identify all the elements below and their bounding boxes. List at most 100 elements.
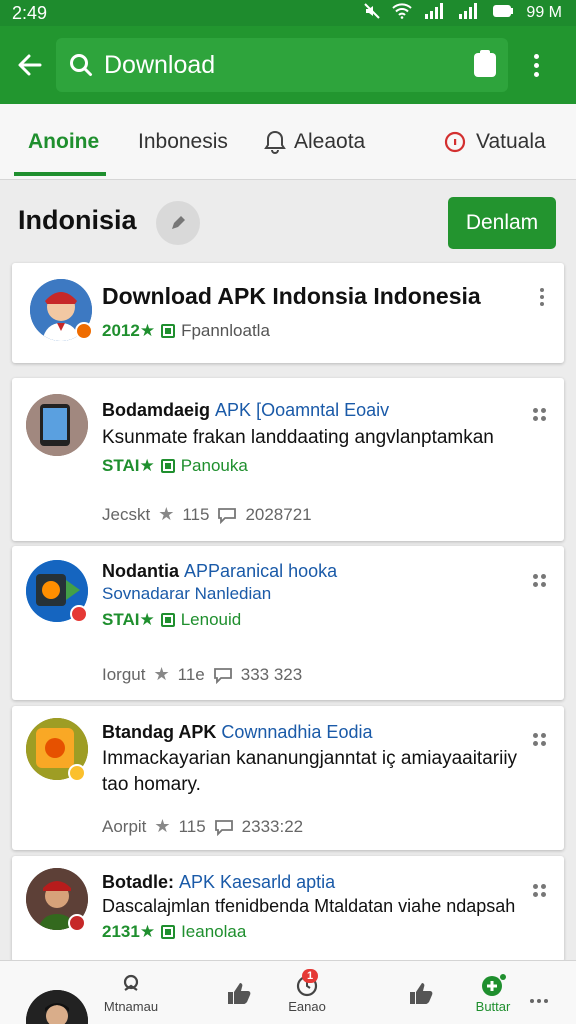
title-sub: APK Kaesarld aptia <box>179 872 336 892</box>
card-rating: STAI★ Panouka <box>102 456 248 476</box>
bell-icon <box>264 130 286 154</box>
card-menu-button[interactable] <box>540 288 544 306</box>
store-icon <box>161 925 176 939</box>
card-meta: Jecskt ★ 115 2028721 <box>102 504 312 525</box>
nav-label: Buttar <box>475 998 511 1014</box>
card-meta: Iorgut ★ 11e 333 323 <box>102 664 302 685</box>
app-card[interactable]: Botadle: APK Kaesarld aptia Dascalajmlan… <box>12 856 564 962</box>
app-card[interactable]: Download APK Indonsia Indonesia 2012★ Fp… <box>12 263 564 363</box>
search-query: Download <box>104 50 216 79</box>
wifi-icon <box>392 2 413 24</box>
star-icon: ★ <box>154 816 171 836</box>
title-main: Bodamdaeig <box>102 400 211 420</box>
comment-icon <box>213 667 232 684</box>
card-title: Download APK Indonsia Indonesia <box>102 283 481 309</box>
meta-rating: 11e <box>177 664 205 684</box>
overflow-menu-button[interactable] <box>524 53 548 77</box>
card-title: Nodantia APParanical hooka <box>102 561 337 582</box>
meta-date: 333 323 <box>240 664 303 684</box>
denlam-button[interactable]: Denlam <box>448 197 556 249</box>
nav-item-eanao[interactable]: 1 Eanao <box>282 961 332 1024</box>
card-rating: 2131★ Ieanolaa <box>102 922 246 942</box>
comment-icon <box>218 507 237 524</box>
meta-label: Jecskt <box>102 504 151 524</box>
card-menu-button[interactable] <box>533 408 547 422</box>
tab-label: Vatuala <box>476 130 546 153</box>
store-label: Panouka <box>180 456 248 475</box>
card-rating: 2012★ Fpannloatla <box>102 321 270 341</box>
card-title: Botadle: APK Kaesarld aptia <box>102 872 335 893</box>
arrow-left-icon <box>18 54 42 76</box>
status-time: 2:49 <box>12 2 48 23</box>
store-icon <box>161 324 176 338</box>
tab-bar: Anoine Inbonesis Aleaota Vatuala <box>0 104 576 180</box>
comment-icon <box>214 819 233 836</box>
status-bar: 2:49 99 M <box>0 0 576 26</box>
pencil-icon <box>172 216 185 229</box>
app-card[interactable]: Nodantia APParanical hooka Sovnadarar Na… <box>12 546 564 700</box>
title-main: Btandag APK <box>102 722 217 742</box>
card-subtitle: Sovnadarar Nanledian <box>102 584 272 603</box>
badge-icon <box>68 914 86 932</box>
tab-anoine[interactable]: Anoine <box>28 104 99 180</box>
thumbs-up-icon <box>408 980 434 1006</box>
back-button[interactable] <box>12 47 48 83</box>
notification-badge: 1 <box>302 969 319 983</box>
search-input[interactable]: Download <box>56 38 508 92</box>
battery-icon <box>492 4 514 23</box>
card-menu-button[interactable] <box>533 884 547 898</box>
rating-value: 2012★ <box>102 321 156 340</box>
status-icons: 99 M <box>364 2 562 24</box>
card-menu-button[interactable] <box>533 574 547 588</box>
title-main: Nodantia <box>102 561 180 581</box>
rating-value: STAI★ <box>102 456 155 475</box>
store-label: Ieanolaa <box>181 922 247 941</box>
dot <box>533 62 539 68</box>
meta-rating: 115 <box>182 504 210 524</box>
card-desc: Immackayarian kananungjanntat iç amiayaa… <box>102 748 518 796</box>
mute-icon <box>364 2 381 24</box>
star-icon: ★ <box>158 504 175 524</box>
app-card[interactable]: Bodamdaeig APK [Ooamntal Eoaiv Ksunmate … <box>12 378 564 541</box>
title-sub: APParanical hooka <box>184 561 338 581</box>
tab-label: Inbonesis <box>138 130 228 153</box>
nav-item-reactions[interactable] <box>398 961 444 1024</box>
tab-vatuala[interactable]: Vatuala <box>444 104 546 180</box>
card-desc: Ksunmate frakan landdaating angvlanptamk… <box>102 427 494 448</box>
app-logo-icon <box>480 973 506 999</box>
badge-icon <box>70 605 88 623</box>
thumbs-up-icon <box>226 980 252 1006</box>
card-rating: STAI★ Lenouid <box>102 610 241 630</box>
clipboard-icon[interactable] <box>474 50 496 77</box>
search-icon <box>70 54 92 76</box>
tab-label: Anoine <box>28 130 100 153</box>
store-label: Lenouid <box>180 610 242 629</box>
meta-rating: 115 <box>178 816 206 836</box>
dot <box>533 71 539 77</box>
nav-item-mtnamau[interactable]: Mtnamau <box>96 961 166 1024</box>
edit-button[interactable] <box>156 201 200 245</box>
card-menu-button[interactable] <box>533 733 547 747</box>
nav-item-buttar[interactable]: Buttar <box>468 961 518 1024</box>
badge-icon <box>75 322 93 340</box>
card-meta: Aorpit ★ 115 2333:22 <box>102 816 303 837</box>
rating-value: 2131★ <box>102 922 156 941</box>
nav-item-likes[interactable] <box>216 961 262 1024</box>
store-label: Fpannloatla <box>181 321 270 340</box>
meta-date: 2028721 <box>245 504 312 524</box>
title-main: Botadle: <box>102 872 174 892</box>
card-title: Btandag APK Cownnadhia Eodia <box>102 722 372 743</box>
tab-aleaota[interactable]: Aleaota <box>264 104 365 180</box>
tab-inbonesis[interactable]: Inbonesis <box>138 104 228 180</box>
card-title: Bodamdaeig APK [Ooamntal Eoaiv <box>102 400 389 421</box>
nav-more-button[interactable] <box>530 999 548 1003</box>
rating-value: STAI★ <box>102 610 155 629</box>
tab-indicator <box>14 172 106 176</box>
dot <box>533 53 539 59</box>
signal-icon <box>424 2 446 24</box>
app-card[interactable]: Btandag APK Cownnadhia Eodia Immackayari… <box>12 706 564 850</box>
tab-label: Aleaota <box>294 130 366 153</box>
title-sub: APK [Ooamntal Eoaiv <box>215 400 390 420</box>
badge-icon <box>68 764 86 782</box>
mic-icon <box>121 973 141 999</box>
